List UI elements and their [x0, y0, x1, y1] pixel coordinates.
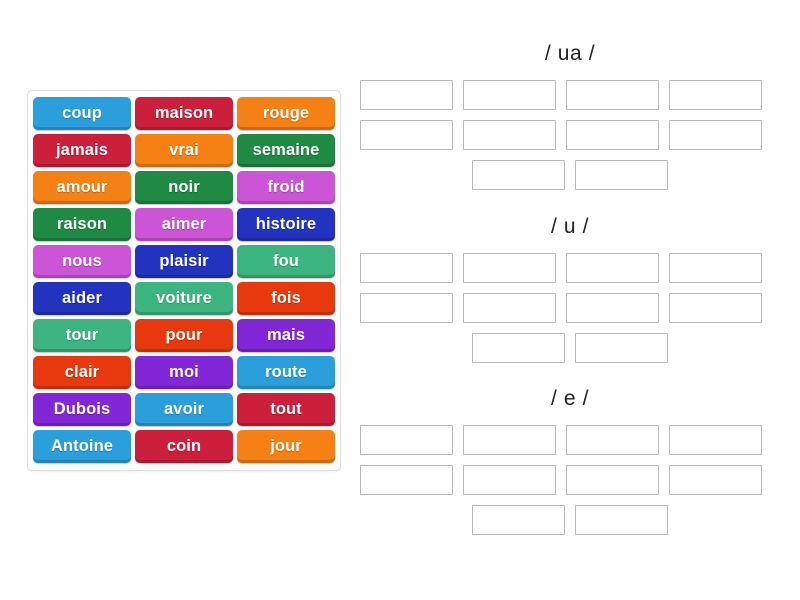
drop-slot[interactable] — [463, 293, 556, 323]
drop-slot[interactable] — [566, 425, 659, 455]
word-tile[interactable]: fou — [237, 245, 335, 278]
tile-row: raison aimer histoire — [33, 208, 335, 241]
word-tile[interactable]: vrai — [135, 134, 233, 167]
drop-slot[interactable] — [463, 425, 556, 455]
word-tile[interactable]: histoire — [237, 208, 335, 241]
drop-slot[interactable] — [472, 333, 565, 363]
word-tile[interactable]: fois — [237, 282, 335, 315]
drop-slot[interactable] — [575, 505, 668, 535]
tile-row: clair moi route — [33, 356, 335, 389]
word-tile[interactable]: froid — [237, 171, 335, 204]
word-tile[interactable]: tour — [33, 319, 131, 352]
drop-slot[interactable] — [472, 505, 565, 535]
drop-slot[interactable] — [463, 465, 556, 495]
drop-zone-title: / ua / — [544, 42, 596, 65]
drop-slot[interactable] — [566, 465, 659, 495]
slot-row — [360, 505, 780, 535]
drop-slot[interactable] — [566, 80, 659, 110]
drop-slot[interactable] — [566, 293, 659, 323]
drop-slot[interactable] — [669, 80, 762, 110]
drop-slot[interactable] — [360, 425, 453, 455]
word-tile[interactable]: Antoine — [33, 430, 131, 463]
word-tile[interactable]: aimer — [135, 208, 233, 241]
word-bank-panel: coup maison rouge jamais vrai semaine amour noi… — [27, 90, 341, 471]
drop-slot[interactable] — [566, 253, 659, 283]
drop-slot[interactable] — [669, 465, 762, 495]
drop-slot[interactable] — [575, 160, 668, 190]
drop-slot[interactable] — [360, 465, 453, 495]
drop-zone-ua: / ua / — [360, 42, 780, 190]
drop-slot[interactable] — [463, 120, 556, 150]
drop-slot[interactable] — [669, 293, 762, 323]
tile-row: coup maison rouge — [33, 97, 335, 130]
drop-slot[interactable] — [669, 425, 762, 455]
word-tile[interactable]: noir — [135, 171, 233, 204]
word-tile[interactable]: coup — [33, 97, 131, 130]
drop-slot[interactable] — [669, 253, 762, 283]
word-tile[interactable]: Dubois — [33, 393, 131, 426]
tile-row: amour noir froid — [33, 171, 335, 204]
word-tile[interactable]: avoir — [135, 393, 233, 426]
slot-row — [360, 160, 780, 190]
drop-slot[interactable] — [669, 120, 762, 150]
tile-row: jamais vrai semaine — [33, 134, 335, 167]
tile-row: Dubois avoir tout — [33, 393, 335, 426]
word-tile[interactable]: plaisir — [135, 245, 233, 278]
drop-slot[interactable] — [463, 80, 556, 110]
activity-canvas: coup maison rouge jamais vrai semaine amour noi… — [0, 0, 800, 600]
drop-slot[interactable] — [360, 293, 453, 323]
slot-row — [360, 333, 780, 363]
word-tile[interactable]: route — [237, 356, 335, 389]
tile-row: nous plaisir fou — [33, 245, 335, 278]
drop-slot[interactable] — [463, 253, 556, 283]
drop-zone-title: / e / — [550, 387, 590, 410]
word-tile[interactable]: aider — [33, 282, 131, 315]
word-tile[interactable]: mais — [237, 319, 335, 352]
slot-row — [360, 293, 780, 323]
drop-zone-title: / u / — [550, 215, 590, 238]
slot-row — [360, 425, 780, 455]
word-tile[interactable]: voiture — [135, 282, 233, 315]
word-tile[interactable]: jour — [237, 430, 335, 463]
tile-row: aider voiture fois — [33, 282, 335, 315]
drop-zone-slots — [360, 253, 780, 363]
word-tile[interactable]: clair — [33, 356, 131, 389]
word-tile[interactable]: maison — [135, 97, 233, 130]
slot-row — [360, 465, 780, 495]
slot-row — [360, 253, 780, 283]
slot-row — [360, 120, 780, 150]
word-tile[interactable]: semaine — [237, 134, 335, 167]
drop-slot[interactable] — [566, 120, 659, 150]
drop-slot[interactable] — [360, 253, 453, 283]
word-tile[interactable]: nous — [33, 245, 131, 278]
drop-zone-slots — [360, 425, 780, 535]
word-tile[interactable]: pour — [135, 319, 233, 352]
word-tile[interactable]: tout — [237, 393, 335, 426]
slot-row — [360, 80, 780, 110]
drop-zone-slots — [360, 80, 780, 190]
drop-zone-u: / u / — [360, 215, 780, 363]
drop-slot[interactable] — [360, 80, 453, 110]
drop-slot[interactable] — [360, 120, 453, 150]
word-tile[interactable]: jamais — [33, 134, 131, 167]
word-tile[interactable]: amour — [33, 171, 131, 204]
word-tile[interactable]: coin — [135, 430, 233, 463]
tile-row: tour pour mais — [33, 319, 335, 352]
drop-slot[interactable] — [575, 333, 668, 363]
drop-slot[interactable] — [472, 160, 565, 190]
tile-row: Antoine coin jour — [33, 430, 335, 463]
drop-zone-e: / e / — [360, 387, 780, 535]
word-tile[interactable]: raison — [33, 208, 131, 241]
word-tile[interactable]: moi — [135, 356, 233, 389]
word-tile[interactable]: rouge — [237, 97, 335, 130]
